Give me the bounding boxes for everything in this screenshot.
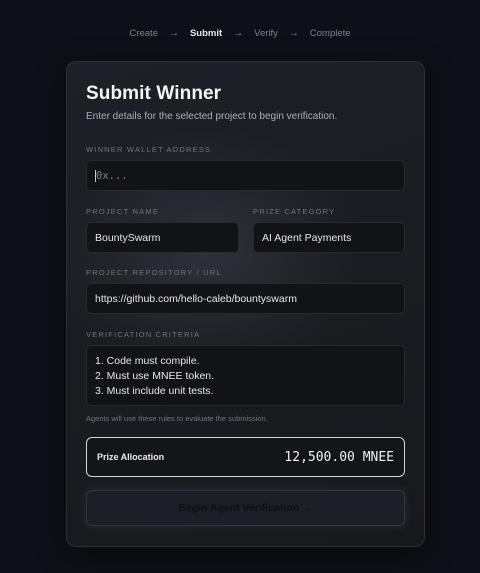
wallet-address-label: WINNER WALLET ADDRESS bbox=[86, 145, 212, 154]
project-name-input[interactable]: BountySwarm bbox=[86, 222, 239, 253]
step-submit: Submit bbox=[189, 28, 223, 39]
repository-url-label: PROJECT REPOSITORY / URL bbox=[86, 268, 222, 277]
step-create: Create bbox=[129, 28, 158, 39]
wallet-address-input[interactable]: 0x... bbox=[86, 160, 405, 191]
criteria-hint: Agents will use these rules to evaluate … bbox=[86, 414, 268, 423]
prize-allocation-box: Prize Allocation 12,500.00 MNEE bbox=[86, 437, 405, 477]
verification-criteria-label: VERIFICATION CRITERIA bbox=[86, 330, 201, 339]
criteria-line: 2. Must use MNEE token. bbox=[95, 370, 215, 382]
criteria-line: 1. Code must compile. bbox=[95, 355, 200, 367]
criteria-line: 3. Must include unit tests. bbox=[95, 385, 214, 397]
begin-verification-button[interactable]: Begin Agent Verification → bbox=[86, 490, 405, 526]
prize-allocation-value: 12,500.00 MNEE bbox=[284, 449, 394, 465]
prize-category-select[interactable]: AI Agent Payments bbox=[253, 222, 405, 253]
prize-allocation-label: Prize Allocation bbox=[97, 452, 165, 462]
step-complete: Complete bbox=[309, 28, 351, 39]
prize-category-label: PRIZE CATEGORY bbox=[253, 207, 336, 216]
verification-criteria-textarea[interactable]: 1. Code must compile. 2. Must use MNEE t… bbox=[86, 345, 405, 406]
arrow-right-icon: → bbox=[168, 28, 179, 39]
page-title: Submit Winner bbox=[86, 83, 222, 104]
submit-winner-card: Submit Winner Enter details for the sele… bbox=[66, 61, 425, 547]
progress-stepper: Create → Submit → Verify → Complete bbox=[0, 28, 480, 39]
wallet-address-placeholder: 0x... bbox=[96, 169, 128, 182]
step-verify: Verify bbox=[254, 28, 278, 39]
page: Create → Submit → Verify → Complete Subm… bbox=[0, 0, 480, 573]
arrow-right-icon: → bbox=[233, 28, 244, 39]
arrow-right-icon: → bbox=[288, 28, 299, 39]
page-subtitle: Enter details for the selected project t… bbox=[86, 111, 338, 122]
repository-url-input[interactable]: https://github.com/hello-caleb/bountyswa… bbox=[86, 283, 405, 314]
text-caret bbox=[95, 169, 96, 182]
project-name-label: PROJECT NAME bbox=[86, 207, 160, 216]
